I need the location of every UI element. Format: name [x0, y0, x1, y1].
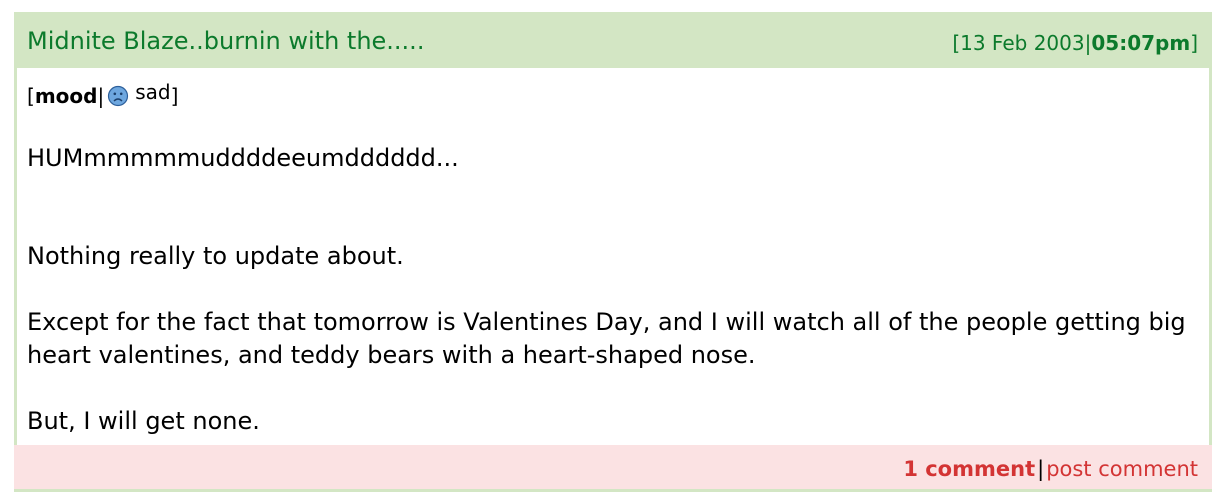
entry-timestamp: [13 Feb 2003|05:07pm] [952, 31, 1198, 55]
entry-time: 05:07pm [1091, 31, 1191, 55]
entry-paragraph: HUMmmmmmuddddeeumdddddd... [27, 144, 459, 172]
mood-line: [mood| sad] [27, 80, 178, 112]
entry-header: Midnite Blaze..burnin with the..... [13 … [14, 12, 1212, 68]
entry-date: 13 Feb 2003 [960, 31, 1085, 55]
entry-paragraph: Nothing really to update about. [27, 242, 404, 270]
entry-title: Midnite Blaze..burnin with the..... [27, 27, 425, 55]
entry-paragraph: Except for the fact that tomorrow is Val… [27, 308, 1186, 369]
comments-link[interactable]: 1 comment [903, 457, 1035, 481]
mood-label: mood [34, 84, 98, 108]
entry-paragraph: But, I will get none. [27, 407, 260, 435]
sad-face-icon [107, 85, 129, 112]
footer-links: 1 comment|post comment [903, 457, 1198, 481]
entry-footer: 1 comment|post comment [14, 445, 1212, 489]
journal-entry: Midnite Blaze..burnin with the..... [13 … [14, 12, 1212, 492]
mood-value: sad [135, 80, 171, 104]
post-comment-link[interactable]: post comment [1046, 457, 1198, 481]
link-separator: | [1037, 457, 1045, 481]
